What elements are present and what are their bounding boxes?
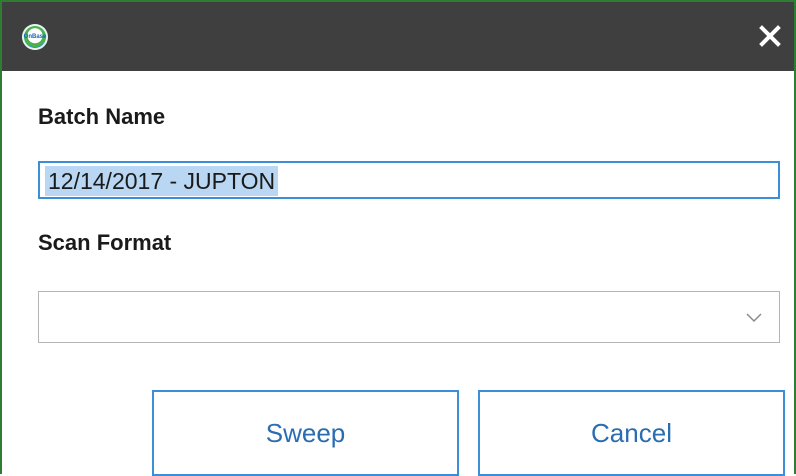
scan-format-dropdown[interactable] [38,291,780,343]
batch-name-label: Batch Name [38,104,166,129]
close-button[interactable] [752,18,788,54]
batch-dialog: OnBase Batch Name 12/14/2017 - JUPTON Sc… [0,0,796,476]
title-bar: OnBase [2,2,794,71]
close-icon [759,25,781,47]
sweep-button[interactable]: Sweep [152,390,459,476]
batch-name-value: 12/14/2017 - JUPTON [45,166,279,196]
logo-text: OnBase [23,34,47,40]
scan-format-label: Scan Format [38,230,172,255]
chevron-down-icon [746,313,762,323]
onbase-logo-icon: OnBase [22,24,48,50]
batch-name-input[interactable]: 12/14/2017 - JUPTON [38,161,780,199]
cancel-button[interactable]: Cancel [478,390,785,476]
